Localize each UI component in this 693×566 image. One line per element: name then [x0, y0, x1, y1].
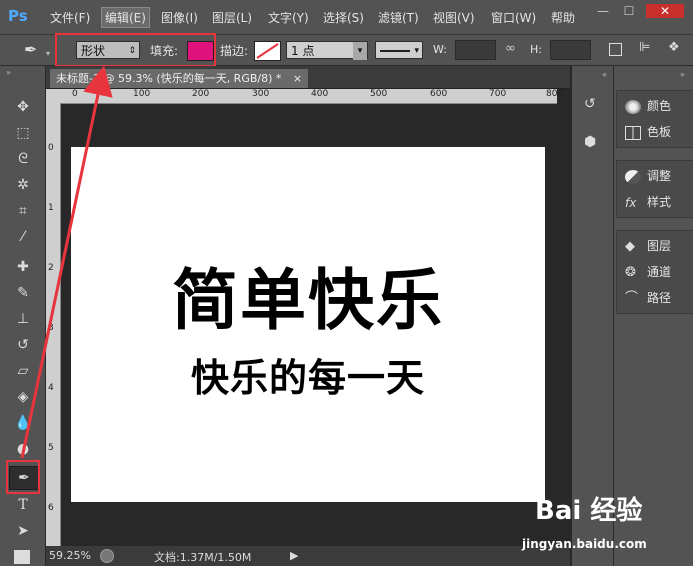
baidu-watermark-url: jingyan.baidu.com: [522, 537, 647, 551]
annotation-arrow: [20, 65, 113, 459]
baidu-watermark: Bai 经验: [535, 496, 643, 526]
